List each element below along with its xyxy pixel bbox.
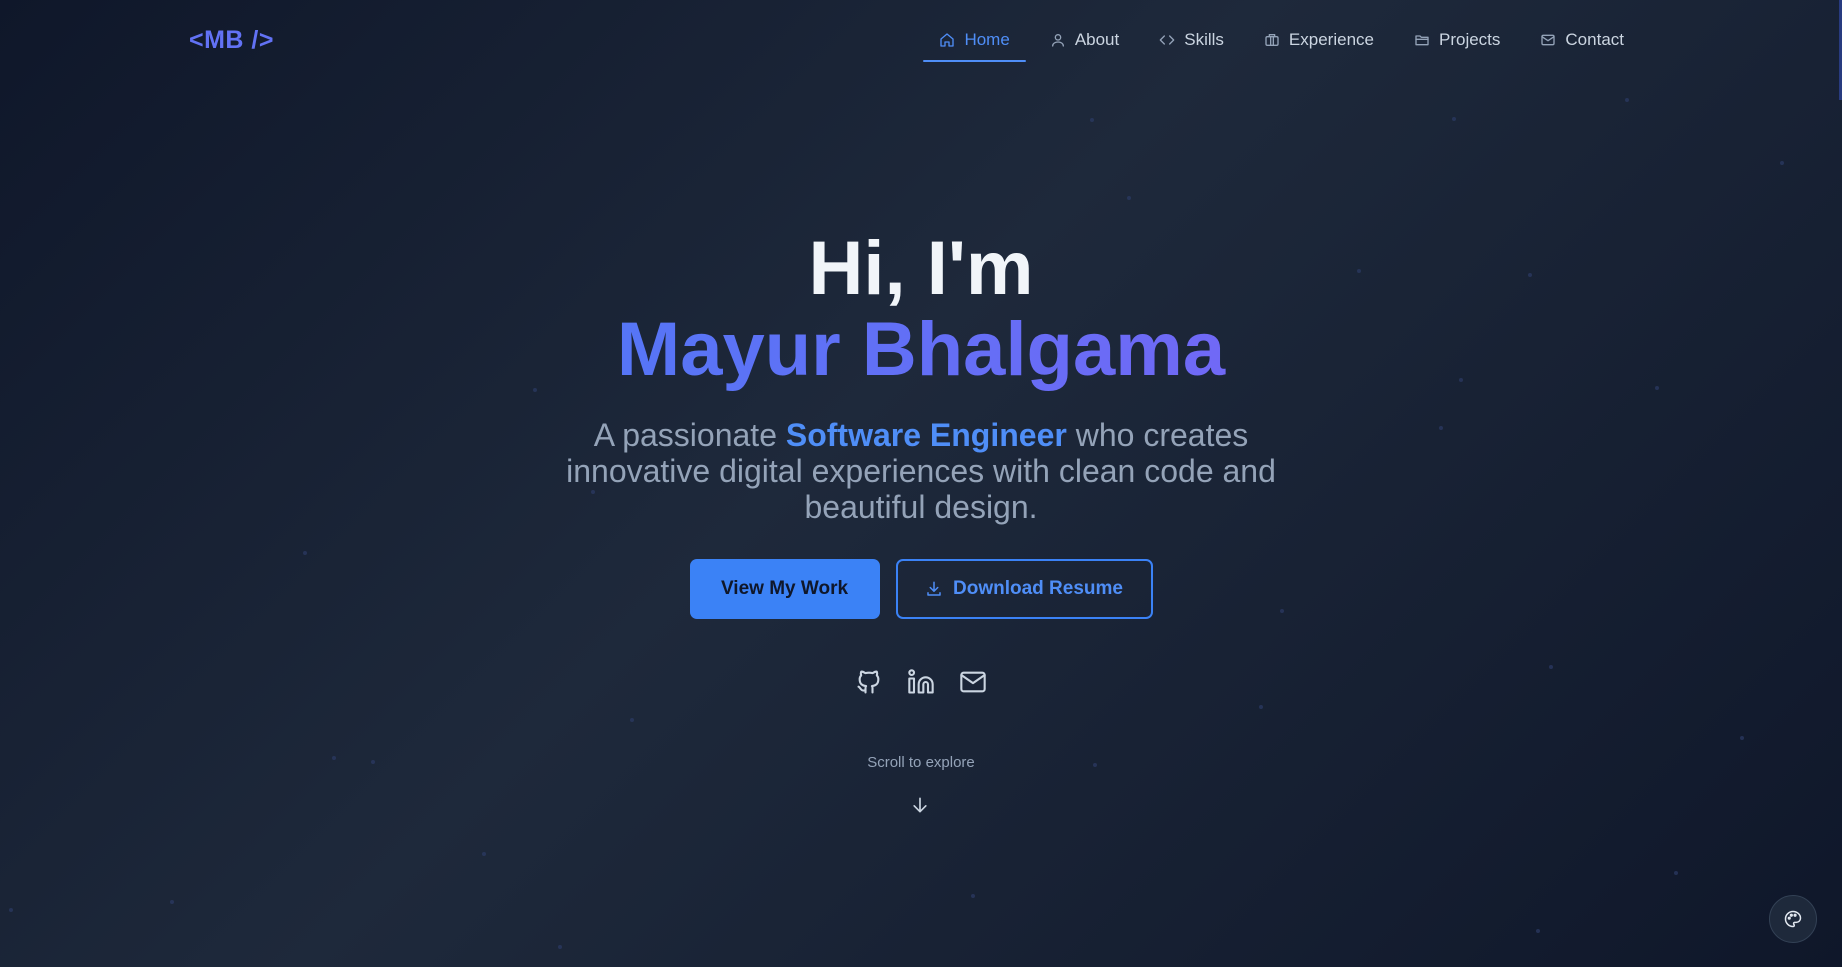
mail-icon[interactable]	[959, 668, 987, 696]
nav-item-label: Projects	[1438, 30, 1501, 49]
mail-icon	[1541, 34, 1556, 46]
theme-palette-button[interactable]	[1769, 895, 1817, 943]
nav-item-home[interactable]: Home	[923, 20, 1027, 62]
site-logo[interactable]: <MB />	[189, 26, 274, 55]
tagline-prefix: A passionate	[593, 417, 786, 453]
briefcase-icon	[1265, 34, 1279, 46]
nav-item-label: Contact	[1565, 30, 1624, 49]
nav-item-label: Experience	[1288, 30, 1374, 49]
github-icon[interactable]	[855, 668, 883, 696]
nav-item-label: Home	[964, 30, 1010, 49]
top-navigation: <MB /> Home About Skills Experience Proj…	[0, 0, 1842, 80]
palette-icon	[1784, 910, 1802, 928]
user-icon	[1051, 34, 1064, 47]
hero-buttons: View My Work Download Resume	[0, 559, 1842, 619]
nav-item-experience[interactable]: Experience	[1248, 20, 1390, 60]
download-resume-button[interactable]: Download Resume	[895, 559, 1153, 619]
download-icon	[927, 581, 941, 596]
hero-section: Hi, I'm Mayur Bhalgama A passionate Soft…	[0, 230, 1842, 696]
hero-name: Mayur Bhalgama	[0, 308, 1842, 392]
nav-item-about[interactable]: About	[1034, 20, 1135, 60]
arrow-down-icon[interactable]	[910, 795, 930, 815]
code-icon	[1159, 35, 1175, 45]
hero-tagline: A passionate Software Engineer who creat…	[551, 417, 1291, 525]
nav-item-label: About	[1074, 30, 1120, 49]
view-my-work-button[interactable]: View My Work	[689, 559, 880, 619]
nav-menu: Home About Skills Experience Projects Co…	[923, 20, 1640, 62]
scroll-hint: Scroll to explore	[867, 754, 975, 771]
nav-item-projects[interactable]: Projects	[1398, 20, 1516, 60]
home-icon	[940, 33, 955, 47]
hero-greeting: Hi, I'm	[808, 226, 1034, 311]
nav-item-label: Skills	[1184, 30, 1224, 49]
download-resume-label: Download Resume	[953, 578, 1123, 599]
nav-item-skills[interactable]: Skills	[1143, 20, 1240, 60]
linkedin-icon[interactable]	[907, 668, 935, 696]
tagline-highlight: Software Engineer	[785, 417, 1067, 453]
social-links	[0, 668, 1842, 696]
nav-item-contact[interactable]: Contact	[1524, 20, 1640, 60]
view-my-work-label: View My Work	[720, 578, 849, 599]
folder-icon	[1415, 35, 1429, 46]
